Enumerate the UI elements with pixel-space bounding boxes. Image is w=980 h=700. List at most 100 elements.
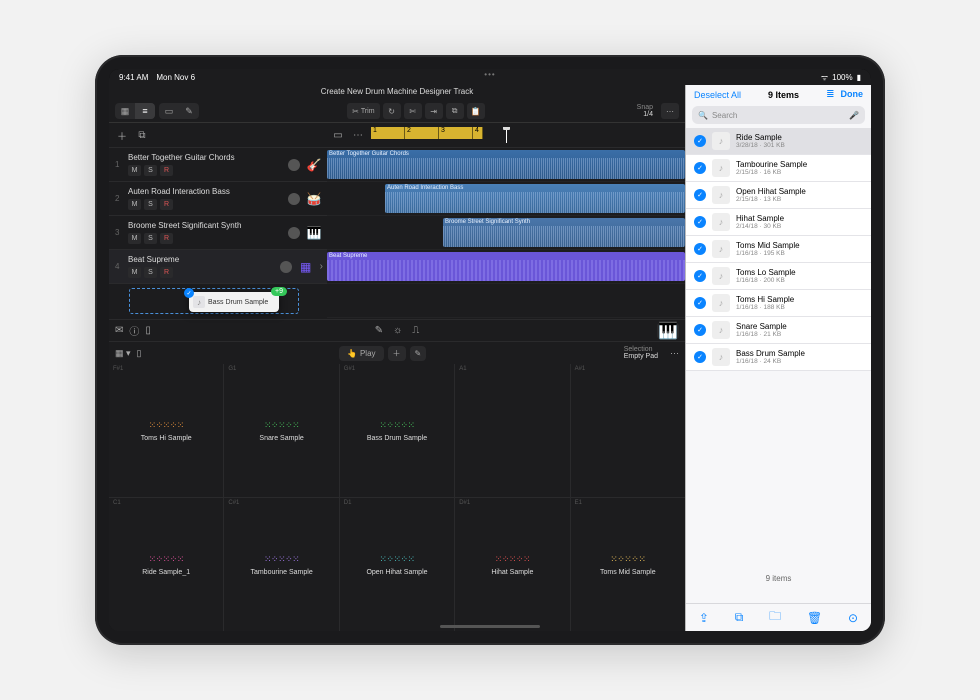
expand-chevron-icon[interactable]: › bbox=[320, 261, 323, 272]
checkmark-icon[interactable]: ✓ bbox=[694, 270, 706, 282]
list-view-icon[interactable]: ≣ bbox=[826, 89, 834, 100]
solo-button[interactable]: S bbox=[144, 165, 157, 176]
cut-button[interactable]: ✄ bbox=[404, 103, 422, 119]
file-row[interactable]: ✓♪Toms Mid Sample1/16/18 · 195 KB bbox=[686, 236, 871, 263]
volume-knob[interactable] bbox=[288, 227, 300, 239]
pad-add-button[interactable]: ＋ bbox=[388, 346, 406, 361]
join-button[interactable]: ⇥ bbox=[425, 103, 443, 119]
drag-preview-card[interactable]: ✓ ♪ Bass Drum Sample +9 bbox=[189, 292, 279, 312]
mute-button[interactable]: M bbox=[128, 165, 141, 176]
file-row[interactable]: ✓♪Tambourine Sample2/15/18 · 16 KB bbox=[686, 155, 871, 182]
checkmark-icon[interactable]: ✓ bbox=[694, 135, 706, 147]
track-header-1[interactable]: 1 Better Together Guitar Chords MSR 🎸 bbox=[109, 148, 327, 182]
drum-pad[interactable]: D1⁙⁘⁙⁘⁙Open Hihat Sample bbox=[340, 498, 454, 631]
volume-knob[interactable] bbox=[288, 159, 300, 171]
view-grid-button[interactable]: ▦ bbox=[115, 103, 135, 119]
view-list-button[interactable]: ≡ bbox=[135, 103, 155, 119]
pad-more-button[interactable]: ⋯ bbox=[670, 348, 679, 359]
dictate-icon[interactable]: 🎤 bbox=[849, 111, 859, 120]
track-more-button[interactable]: ⋯ bbox=[351, 128, 365, 142]
file-row[interactable]: ✓♪Bass Drum Sample1/16/18 · 24 KB bbox=[686, 344, 871, 371]
checkmark-icon[interactable]: ✓ bbox=[694, 189, 706, 201]
track-header-4[interactable]: 4 Beat Supreme MSR ▦ › bbox=[109, 250, 327, 284]
checkmark-icon[interactable]: ✓ bbox=[694, 351, 706, 363]
drum-pad[interactable]: A#1 bbox=[571, 364, 685, 497]
snap-value[interactable]: 1/4 bbox=[637, 111, 653, 118]
region-inspector-button[interactable]: ▭ bbox=[331, 128, 345, 142]
inbox-icon[interactable]: ✉ bbox=[115, 325, 123, 336]
drum-pad[interactable]: A1 bbox=[455, 364, 569, 497]
file-row[interactable]: ✓♪Ride Sample3/28/18 · 301 KB bbox=[686, 128, 871, 155]
duplicate-icon[interactable]: ⧉ bbox=[735, 610, 744, 625]
mute-button[interactable]: M bbox=[128, 199, 141, 210]
file-row[interactable]: ✓♪Toms Lo Sample1/16/18 · 200 KB bbox=[686, 263, 871, 290]
mute-button[interactable]: M bbox=[128, 267, 141, 278]
track-header-3[interactable]: 3 Broome Street Significant Synth MSR 🎹 bbox=[109, 216, 327, 250]
mute-button[interactable]: M bbox=[128, 233, 141, 244]
drum-pad[interactable]: D#1⁙⁘⁙⁘⁙Hihat Sample bbox=[455, 498, 569, 631]
share-icon[interactable]: ⇪ bbox=[699, 611, 709, 625]
info-icon[interactable]: ⓘ bbox=[129, 323, 139, 338]
record-button[interactable]: R bbox=[160, 233, 173, 244]
solo-button[interactable]: S bbox=[144, 199, 157, 210]
panel-icon[interactable]: ▯ bbox=[145, 325, 151, 336]
record-button[interactable]: R bbox=[160, 199, 173, 210]
drum-pad[interactable]: G1⁙⁘⁙⁘⁙Snare Sample bbox=[224, 364, 338, 497]
checkmark-icon[interactable]: ✓ bbox=[694, 162, 706, 174]
mixer-icon[interactable]: ⎍ bbox=[412, 325, 419, 336]
playhead[interactable] bbox=[506, 127, 507, 143]
drum-pad[interactable]: C#1⁙⁘⁙⁘⁙Tambourine Sample bbox=[224, 498, 338, 631]
view-automation-button[interactable]: ✎ bbox=[179, 103, 199, 119]
solo-button[interactable]: S bbox=[144, 267, 157, 278]
timeline-ruler[interactable]: 1 2 3 4 bbox=[371, 127, 679, 143]
checkmark-icon[interactable]: ✓ bbox=[694, 297, 706, 309]
drum-pad[interactable]: C1⁙⁘⁙⁘⁙Ride Sample_1 bbox=[109, 498, 223, 631]
audio-file-icon: ♪ bbox=[712, 267, 730, 285]
duplicate-track-button[interactable]: ⧉ bbox=[135, 128, 149, 142]
file-row[interactable]: ✓♪Snare Sample1/16/18 · 21 KB bbox=[686, 317, 871, 344]
checkmark-icon[interactable]: ✓ bbox=[694, 243, 706, 255]
more-icon[interactable]: ⊙ bbox=[848, 611, 858, 625]
home-indicator[interactable] bbox=[440, 625, 540, 628]
track-header-2[interactable]: 2 Auten Road Interaction Bass MSR 🥁 bbox=[109, 182, 327, 216]
record-button[interactable]: R bbox=[160, 165, 173, 176]
move-icon[interactable]: 🗀 bbox=[769, 607, 781, 628]
settings-icon[interactable]: ☼ bbox=[393, 325, 402, 336]
more-button[interactable]: ⋯ bbox=[661, 103, 679, 119]
file-row[interactable]: ✓♪Toms Hi Sample1/16/18 · 188 KB bbox=[686, 290, 871, 317]
trim-button[interactable]: ✂ Trim bbox=[347, 103, 379, 119]
drum-pad[interactable]: E1⁙⁘⁙⁘⁙Toms Mid Sample bbox=[571, 498, 685, 631]
clip-guitar[interactable]: Better Together Guitar Chords bbox=[327, 150, 685, 179]
file-row[interactable]: ✓♪Open Hihat Sample2/15/18 · 13 KB bbox=[686, 182, 871, 209]
paste-button[interactable]: 📋 bbox=[467, 103, 485, 119]
files-search[interactable]: 🔍 Search 🎤 bbox=[692, 106, 865, 124]
copy-button[interactable]: ⧉ bbox=[446, 103, 464, 119]
clip-beat[interactable]: Beat Supreme bbox=[327, 252, 685, 281]
pad-play-button[interactable]: 👆 Play bbox=[339, 346, 384, 361]
view-single-button[interactable]: ▭ bbox=[159, 103, 179, 119]
trash-icon[interactable]: 🗑 bbox=[807, 611, 822, 625]
deselect-all-button[interactable]: Deselect All bbox=[694, 90, 741, 100]
record-button[interactable]: R bbox=[160, 267, 173, 278]
pad-grid-button[interactable]: ▦ ▾ bbox=[115, 348, 131, 359]
keyboard-button[interactable]: 🎹 bbox=[657, 323, 679, 339]
volume-knob[interactable] bbox=[280, 261, 292, 273]
checkmark-icon[interactable]: ✓ bbox=[694, 324, 706, 336]
volume-knob[interactable] bbox=[288, 193, 300, 205]
pad-edit-button[interactable]: ✎ bbox=[410, 346, 427, 361]
checkmark-icon[interactable]: ✓ bbox=[694, 216, 706, 228]
drum-pad[interactable]: G#1⁙⁘⁙⁘⁙Bass Drum Sample bbox=[340, 364, 454, 497]
multitask-dots[interactable]: ••• bbox=[484, 70, 495, 79]
edit-icon[interactable]: ✎ bbox=[375, 325, 383, 336]
track-lanes[interactable]: Better Together Guitar Chords Auten Road… bbox=[327, 148, 685, 319]
solo-button[interactable]: S bbox=[144, 233, 157, 244]
add-track-button[interactable]: ＋ bbox=[115, 128, 129, 142]
audio-file-icon: ♪ bbox=[193, 296, 205, 308]
clip-bass[interactable]: Auten Road Interaction Bass bbox=[385, 184, 685, 213]
file-row[interactable]: ✓♪Hihat Sample2/14/18 · 30 KB bbox=[686, 209, 871, 236]
loop-button[interactable]: ↻ bbox=[383, 103, 401, 119]
clip-synth[interactable]: Broome Street Significant Synth bbox=[443, 218, 685, 247]
drum-pad[interactable]: F#1⁙⁘⁙⁘⁙Toms Hi Sample bbox=[109, 364, 223, 497]
done-button[interactable]: Done bbox=[840, 89, 863, 99]
pad-panel-button[interactable]: ▯ bbox=[137, 348, 142, 359]
